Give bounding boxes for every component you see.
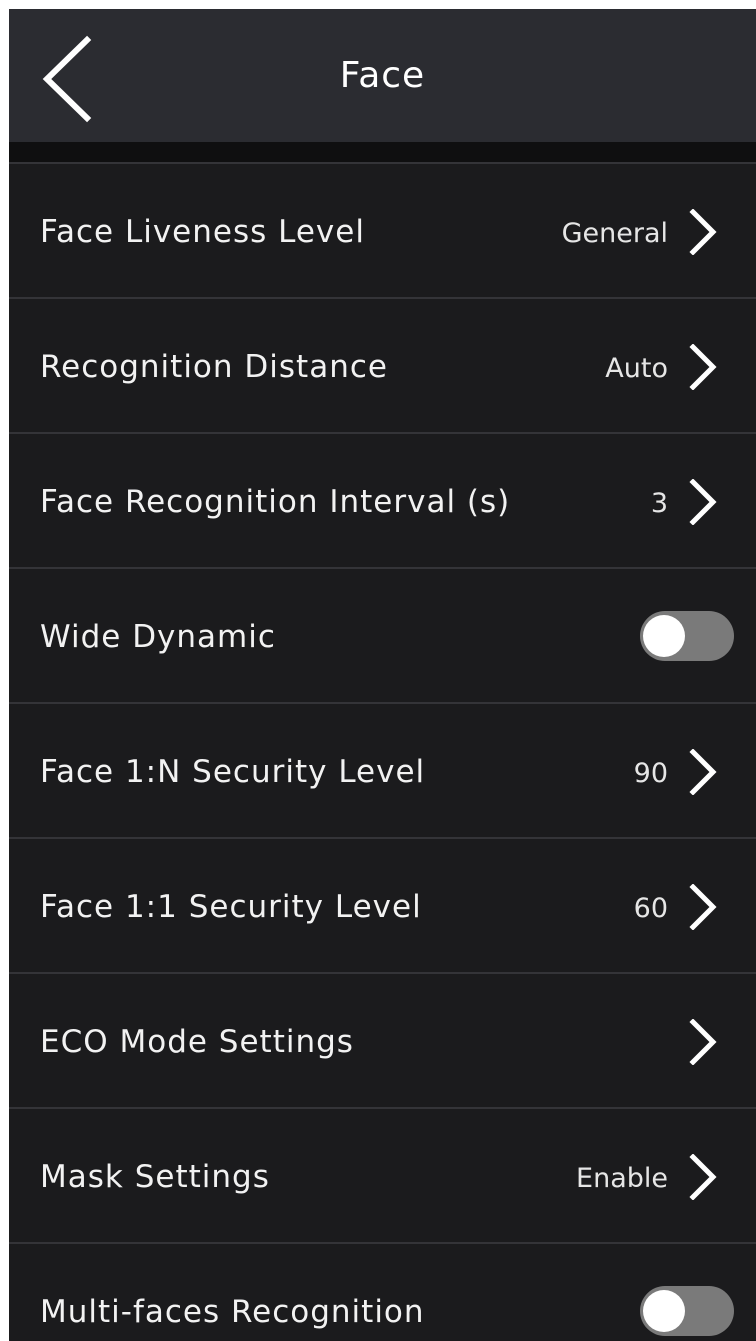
chevron-right-icon (688, 479, 718, 525)
setting-value: 60 (633, 893, 668, 924)
chevron-right-icon (688, 884, 718, 930)
setting-label: Multi-faces Recognition (40, 1294, 425, 1330)
setting-row-face-liveness-level[interactable]: Face Liveness Level General (9, 162, 756, 297)
setting-label: Face 1:1 Security Level (40, 889, 422, 925)
page-title: Face (339, 55, 426, 96)
chevron-right-icon (688, 1154, 718, 1200)
setting-value: 3 (650, 488, 668, 519)
setting-label: ECO Mode Settings (40, 1024, 354, 1060)
setting-row-face-1-1-security-level[interactable]: Face 1:1 Security Level 60 (9, 837, 756, 972)
setting-row-recognition-distance[interactable]: Recognition Distance Auto (9, 297, 756, 432)
setting-row-mask-settings[interactable]: Mask Settings Enable (9, 1107, 756, 1242)
face-settings-screen: Face Face Liveness Level General Recogniti… (9, 9, 756, 1341)
setting-label: Recognition Distance (40, 349, 388, 385)
setting-value: General (561, 218, 668, 249)
chevron-right-icon (688, 749, 718, 795)
toggle-switch[interactable] (640, 1286, 734, 1336)
setting-row-face-1-n-security-level[interactable]: Face 1:N Security Level 90 (9, 702, 756, 837)
setting-label: Face Recognition Interval (s) (40, 484, 511, 520)
setting-label: Face 1:N Security Level (40, 754, 426, 790)
chevron-right-icon (688, 1019, 718, 1065)
settings-list: Face Liveness Level General Recognition Di… (9, 162, 756, 1341)
setting-value: 90 (633, 758, 668, 789)
setting-value: Auto (605, 353, 668, 384)
setting-row-wide-dynamic[interactable]: Wide Dynamic (9, 567, 756, 702)
setting-row-multi-faces-recognition[interactable]: Multi-faces Recognition (9, 1242, 756, 1341)
setting-value: Enable (576, 1163, 668, 1194)
chevron-right-icon (688, 209, 718, 255)
chevron-left-icon (42, 35, 92, 123)
setting-label: Face Liveness Level (40, 214, 365, 250)
toggle-knob (643, 1290, 685, 1332)
setting-row-eco-mode-settings[interactable]: ECO Mode Settings (9, 972, 756, 1107)
setting-label: Mask Settings (40, 1159, 270, 1195)
setting-label: Wide Dynamic (40, 619, 276, 655)
back-button[interactable] (35, 34, 105, 124)
setting-row-face-recognition-interval-s[interactable]: Face Recognition Interval (s) 3 (9, 432, 756, 567)
toggle-knob (643, 615, 685, 657)
header-divider (9, 142, 756, 162)
toggle-switch[interactable] (640, 611, 734, 661)
header-bar: Face (9, 9, 756, 142)
chevron-right-icon (688, 344, 718, 390)
